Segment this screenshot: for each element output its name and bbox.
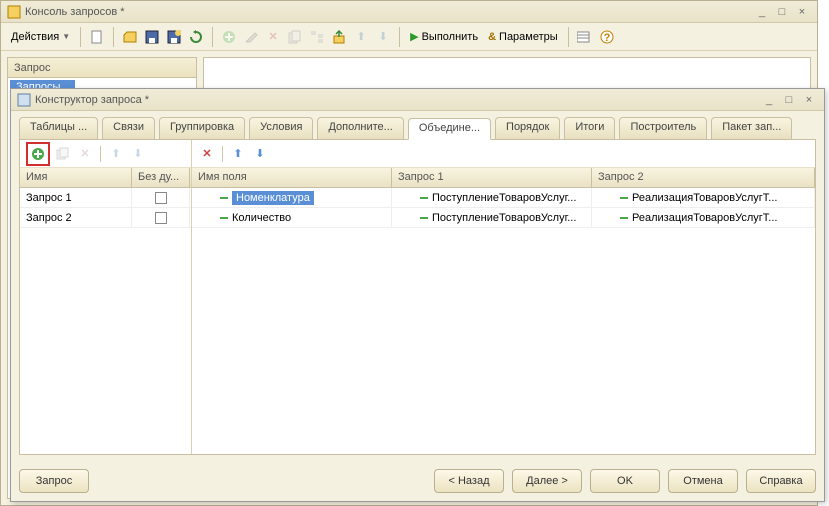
dialog-button-bar: Запрос < Назад Далее > OK Отмена Справка [19, 469, 816, 493]
help-icon[interactable]: ? [597, 26, 617, 48]
maximize-button[interactable]: □ [773, 5, 791, 19]
add-query-button[interactable] [29, 145, 47, 163]
delete-query-button: ✕ [76, 145, 94, 163]
copy-query-button [54, 145, 72, 163]
settings-icon[interactable] [575, 26, 595, 48]
query-text-button[interactable]: Запрос [19, 469, 89, 493]
tab-content: ✕ ⬆ ⬇ Имя Без ду... Запрос 1 Запрос 2 [19, 139, 816, 455]
field-icon [220, 217, 228, 219]
tab-unions[interactable]: Объедине... [408, 118, 491, 140]
field-row[interactable]: Номенклатура ПоступлениеТоваровУслуг... … [192, 188, 815, 208]
delete-icon: ✕ [263, 26, 283, 48]
right-grid-header: Имя поля Запрос 1 Запрос 2 [192, 168, 815, 188]
col-query-2[interactable]: Запрос 2 [592, 168, 815, 187]
ampersand-icon: & [488, 31, 496, 43]
tab-builder[interactable]: Построитель [619, 117, 707, 139]
back-button[interactable]: < Назад [434, 469, 504, 493]
left-grid-header: Имя Без ду... [20, 168, 191, 188]
svg-text:?: ? [603, 32, 610, 44]
minimize-button[interactable]: _ [753, 5, 771, 19]
tab-order[interactable]: Порядок [495, 117, 560, 139]
move-down-icon: ⬇ [373, 26, 393, 48]
left-grid-body[interactable]: Запрос 1 Запрос 2 [20, 188, 191, 454]
delete-field-button[interactable]: ✕ [198, 145, 216, 163]
field-icon [420, 217, 428, 219]
open-icon[interactable] [120, 26, 140, 48]
constructor-icon [17, 93, 31, 107]
col-field-name[interactable]: Имя поля [192, 168, 392, 187]
query-row[interactable]: Запрос 1 [20, 188, 191, 208]
field-row[interactable]: Количество ПоступлениеТоваровУслуг... Ре… [192, 208, 815, 228]
refresh-icon[interactable] [186, 26, 206, 48]
left-mini-toolbar: ✕ ⬆ ⬇ [20, 140, 191, 168]
col-nodup[interactable]: Без ду... [132, 168, 190, 187]
tab-tables[interactable]: Таблицы ... [19, 117, 98, 139]
tab-additional[interactable]: Дополните... [317, 117, 403, 139]
next-button[interactable]: Далее > [512, 469, 582, 493]
query-constructor-window: Конструктор запроса * _ □ × Таблицы ... … [10, 88, 825, 502]
params-button[interactable]: & Параметры [484, 26, 562, 48]
outer-toolbar: Действия ▼ ✕ ⬆ ⬇ ▶ Выполнить & Параметры… [1, 23, 817, 51]
save-icon[interactable] [142, 26, 162, 48]
field-icon [620, 217, 628, 219]
move-query-up-button: ⬆ [107, 145, 125, 163]
tab-bar: Таблицы ... Связи Группировка Условия До… [11, 111, 824, 139]
inner-titlebar: Конструктор запроса * _ □ × [11, 89, 824, 111]
query-row[interactable]: Запрос 2 [20, 208, 191, 228]
tab-links[interactable]: Связи [102, 117, 155, 139]
export-icon[interactable] [329, 26, 349, 48]
inner-minimize-button[interactable]: _ [760, 93, 778, 107]
save-as-icon[interactable] [164, 26, 184, 48]
outer-title: Консоль запросов * [25, 6, 753, 18]
play-icon: ▶ [410, 30, 418, 43]
new-doc-icon[interactable] [87, 26, 107, 48]
nodup-checkbox[interactable] [155, 212, 167, 224]
right-grid-body[interactable]: Номенклатура ПоступлениеТоваровУслуг... … [192, 188, 815, 454]
move-query-down-button: ⬇ [129, 145, 147, 163]
field-icon [620, 197, 628, 199]
nodup-checkbox[interactable] [155, 192, 167, 204]
cancel-button[interactable]: Отмена [668, 469, 738, 493]
move-field-up-button[interactable]: ⬆ [229, 145, 247, 163]
tab-grouping[interactable]: Группировка [159, 117, 245, 139]
copy-icon [285, 26, 305, 48]
execute-button[interactable]: ▶ Выполнить [406, 26, 482, 48]
app-icon [7, 5, 21, 19]
tree-icon [307, 26, 327, 48]
inner-close-button[interactable]: × [800, 93, 818, 107]
col-name[interactable]: Имя [20, 168, 132, 187]
tab-package[interactable]: Пакет зап... [711, 117, 792, 139]
field-icon [220, 197, 228, 199]
ok-button[interactable]: OK [590, 469, 660, 493]
fields-pane: ✕ ⬆ ⬇ Имя поля Запрос 1 Запрос 2 Номенкл… [192, 140, 815, 454]
tab-totals[interactable]: Итоги [564, 117, 615, 139]
right-mini-toolbar: ✕ ⬆ ⬇ [192, 140, 815, 168]
move-up-icon: ⬆ [351, 26, 371, 48]
inner-title: Конструктор запроса * [35, 94, 760, 106]
actions-menu[interactable]: Действия ▼ [7, 26, 74, 48]
queries-panel-header: Запрос [8, 58, 196, 78]
help-button[interactable]: Справка [746, 469, 816, 493]
edit-icon [241, 26, 261, 48]
field-icon [420, 197, 428, 199]
outer-titlebar: Консоль запросов * _ □ × [1, 1, 817, 23]
move-field-down-button[interactable]: ⬇ [251, 145, 269, 163]
tab-conditions[interactable]: Условия [249, 117, 313, 139]
close-button[interactable]: × [793, 5, 811, 19]
inner-maximize-button[interactable]: □ [780, 93, 798, 107]
chevron-down-icon: ▼ [62, 32, 70, 41]
add-icon [219, 26, 239, 48]
col-query-1[interactable]: Запрос 1 [392, 168, 592, 187]
queries-list-pane: ✕ ⬆ ⬇ Имя Без ду... Запрос 1 Запрос 2 [20, 140, 192, 454]
